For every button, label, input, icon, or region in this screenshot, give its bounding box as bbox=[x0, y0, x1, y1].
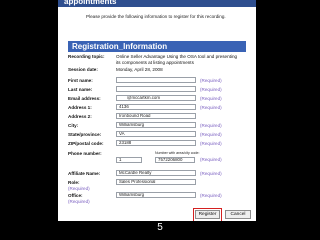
email-label: Email address: bbox=[68, 96, 101, 101]
page-number: 5 bbox=[157, 222, 163, 233]
state-field[interactable]: VA bbox=[116, 131, 196, 137]
zip-field[interactable]: 23188 bbox=[116, 140, 196, 146]
city-field[interactable]: Williamsburg bbox=[116, 122, 196, 128]
role-required: (Required) bbox=[68, 186, 90, 191]
address2-label: Address 2: bbox=[68, 114, 92, 119]
office-label: Office: bbox=[68, 193, 83, 198]
zip-row: ZIP/postal code: 23188 (Required) bbox=[68, 140, 248, 149]
city-label: City: bbox=[68, 123, 79, 128]
intro-text: Please provide the following information… bbox=[86, 14, 226, 19]
first-name-row: First name: (Required) bbox=[68, 77, 248, 86]
section-title: Registration_Information bbox=[68, 41, 246, 52]
affiliate-row: Affiliate Name: McCardle Realty (Require… bbox=[68, 170, 248, 179]
last-name-label: Last name: bbox=[68, 87, 93, 92]
phone-row: Phone number: Number with area/city code… bbox=[68, 151, 248, 165]
affiliate-required: (Required) bbox=[200, 171, 222, 176]
recording-topic-row: Recording topic: Online Seller Advantage… bbox=[68, 54, 248, 65]
window-title: appointments bbox=[58, 0, 256, 7]
last-name-required: (Required) bbox=[200, 87, 222, 92]
office-required-right: (Required) bbox=[200, 193, 222, 198]
session-date-row: Session date: Monday, April 28, 2008 bbox=[68, 67, 248, 75]
email-required: (Required) bbox=[200, 96, 222, 101]
cancel-button[interactable]: Cancel bbox=[225, 210, 251, 219]
recording-topic-line1: Online Seller Advantage Using the OSA to… bbox=[116, 54, 238, 59]
session-date-label: Session date: bbox=[68, 67, 98, 72]
office-field[interactable]: Williamsburg bbox=[116, 192, 196, 198]
address1-field[interactable]: 4136 bbox=[116, 104, 196, 110]
phone-hint: Number with area/city code: bbox=[155, 151, 200, 155]
recording-topic-label: Recording topic: bbox=[68, 54, 105, 59]
role-label: Role: bbox=[68, 180, 80, 185]
affiliate-field[interactable]: McCardle Realty bbox=[116, 170, 196, 176]
address1-label: Address 1: bbox=[68, 105, 92, 110]
phone-required: (Required) bbox=[200, 157, 222, 162]
address1-required: (Required) bbox=[200, 105, 222, 110]
email-field[interactable]: @mccartkm.com bbox=[116, 95, 196, 101]
address2-field[interactable]: Ironbound Road bbox=[116, 113, 196, 119]
last-name-row: Last name: (Required) bbox=[68, 86, 248, 95]
office-required: (Required) bbox=[68, 199, 90, 204]
state-required: (Required) bbox=[200, 132, 222, 137]
state-row: State/province: VA (Required) bbox=[68, 131, 248, 140]
last-name-field[interactable] bbox=[116, 86, 196, 92]
first-name-label: First name: bbox=[68, 78, 93, 83]
phone-label: Phone number: bbox=[68, 151, 102, 156]
state-label: State/province: bbox=[68, 132, 102, 137]
register-button[interactable]: Register bbox=[195, 210, 220, 219]
email-row: Email address: @mccartkm.com (Required) bbox=[68, 95, 248, 104]
city-row: City: Williamsburg (Required) bbox=[68, 122, 248, 131]
zip-label: ZIP/postal code: bbox=[68, 141, 104, 146]
address2-row: Address 2: Ironbound Road bbox=[68, 113, 248, 122]
city-required: (Required) bbox=[200, 123, 222, 128]
affiliate-label: Affiliate Name: bbox=[68, 171, 101, 176]
first-name-field[interactable] bbox=[116, 77, 196, 83]
registration-window: appointments Please provide the followin… bbox=[58, 0, 256, 221]
address1-row: Address 1: 4136 (Required) bbox=[68, 104, 248, 113]
zip-required: (Required) bbox=[200, 141, 222, 146]
recording-topic-line2: its components at listing appointments bbox=[116, 60, 194, 65]
first-name-required: (Required) bbox=[200, 78, 222, 83]
session-date-value: Monday, April 28, 2008 bbox=[116, 67, 163, 72]
phone-number-field[interactable]: 7572206800 bbox=[155, 157, 195, 163]
role-select[interactable]: Sales Professional bbox=[116, 179, 196, 185]
phone-country-code-field[interactable]: 1 bbox=[116, 157, 142, 163]
office-row: Office: (Required) Williamsburg (Require… bbox=[68, 192, 248, 207]
